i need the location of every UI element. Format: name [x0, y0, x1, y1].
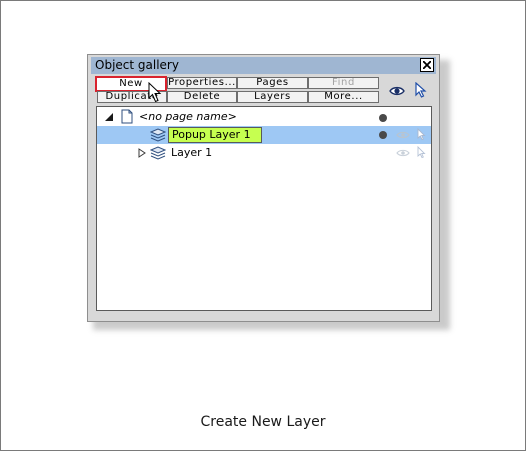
pages-button[interactable]: Pages	[237, 77, 308, 89]
layer-status-dot-icon	[379, 131, 387, 139]
visible-eye-icon[interactable]	[396, 130, 410, 140]
object-gallery-panel: Object gallery New Properties... Pages F…	[87, 54, 440, 322]
tree-row-layer[interactable]: Popup Layer 1	[97, 126, 431, 144]
select-arrow-icon[interactable]	[412, 82, 428, 98]
selectable-arrow-icon[interactable]	[416, 128, 426, 141]
close-icon	[423, 61, 431, 69]
mouse-pointer-icon	[148, 82, 162, 103]
layer-stack-icon	[150, 128, 166, 142]
find-button[interactable]: Find	[308, 77, 379, 89]
title-bar[interactable]: Object gallery	[91, 57, 436, 74]
title-text: Object gallery	[95, 58, 179, 72]
layer-name-edit-field[interactable]: Popup Layer 1	[168, 127, 262, 143]
layers-button[interactable]: Layers	[237, 91, 308, 103]
page-name-label: <no page name>	[139, 110, 237, 123]
page-icon	[121, 109, 133, 124]
tree-row-layer[interactable]: Layer 1	[97, 144, 431, 162]
tree-row-page[interactable]: <no page name>	[97, 108, 431, 126]
layer-name-label: Layer 1	[171, 146, 213, 159]
selectable-arrow-icon[interactable]	[416, 146, 426, 159]
expanded-triangle-icon[interactable]	[104, 112, 114, 122]
visible-eye-icon[interactable]	[396, 148, 410, 158]
delete-button[interactable]: Delete	[167, 91, 237, 103]
more-button[interactable]: More...	[308, 91, 379, 103]
properties-button[interactable]: Properties...	[167, 77, 237, 89]
caption-text: Create New Layer	[200, 414, 326, 430]
layer-stack-icon	[150, 146, 166, 160]
eye-icon[interactable]	[389, 83, 405, 99]
page-status-dot-icon	[379, 114, 387, 122]
layer-tree-list[interactable]: <no page name> Popup Layer 1 Layer 1	[96, 106, 432, 311]
close-button[interactable]	[420, 58, 434, 72]
collapsed-triangle-icon[interactable]	[138, 148, 146, 158]
